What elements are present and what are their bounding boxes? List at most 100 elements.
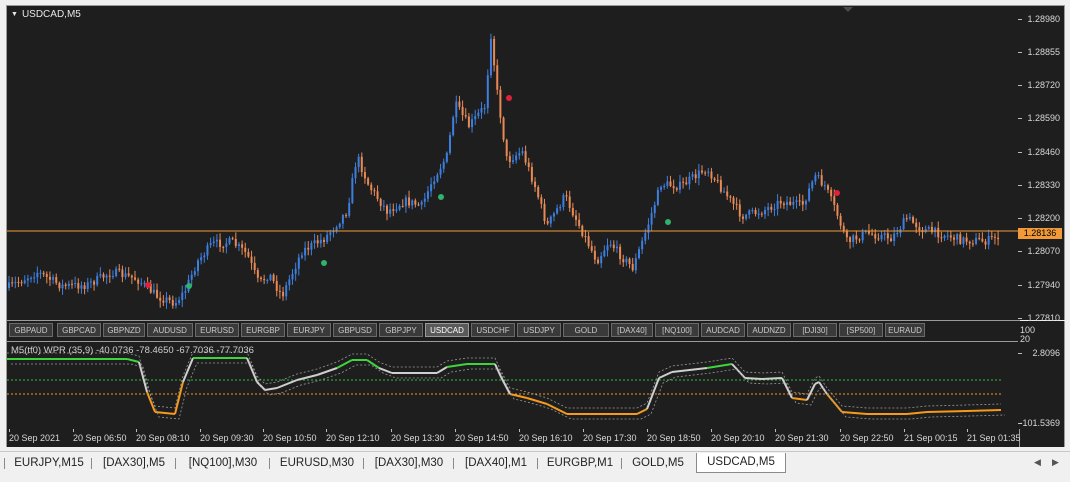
candle (792, 196, 795, 210)
candle (30, 276, 33, 283)
tab-dax40m1[interactable]: [DAX40],M1 (456, 454, 536, 472)
candle (798, 193, 801, 207)
time-axis-tick (967, 429, 968, 432)
candle (269, 273, 272, 282)
candle (471, 113, 474, 133)
tab-nq100m30[interactable]: [NQ100],M30 (178, 454, 268, 472)
symbol-button-eurusd[interactable]: EURUSD (195, 323, 239, 337)
signal-dot (506, 95, 512, 101)
tab-eurgbpm1[interactable]: EURGBP,M1 (540, 454, 620, 472)
symbol-button-usdcad[interactable]: USDCAD (425, 323, 469, 337)
symbol-button-dji30[interactable]: [DJI30] (793, 323, 837, 337)
symbol-button-gbpjpy[interactable]: GBPJPY (379, 323, 423, 337)
tab-scroll-right-icon[interactable]: ▶ (1052, 457, 1059, 468)
symbol-button-audnzd[interactable]: AUDNZD (747, 323, 791, 337)
chart-shift-marker-icon[interactable] (843, 7, 853, 12)
candle (285, 281, 288, 301)
candle (430, 177, 433, 197)
symbol-button-eurjpy[interactable]: EURJPY (287, 323, 331, 337)
candle (927, 225, 930, 230)
candle (556, 204, 559, 215)
symbol-button-audusd[interactable]: AUDUSD (147, 323, 193, 337)
candle (357, 153, 360, 173)
candle (934, 226, 937, 238)
time-axis-tick (583, 429, 584, 432)
candle (77, 278, 80, 294)
time-axis-tick (775, 429, 776, 432)
indicator-axis-top-label: 20 (1020, 334, 1031, 344)
tab-scroll-left-icon[interactable]: ◀ (1034, 457, 1041, 468)
chart-title[interactable]: ▼ USDCAD,M5 (11, 9, 81, 20)
chart-window[interactable]: ▼ USDCAD,M5 1.28980 1.28855 1.28720 1.28590… (0, 0, 1070, 451)
candle (398, 204, 401, 212)
candle (678, 174, 681, 194)
wpr-line-segment (246, 357, 258, 383)
price-axis-tick (1018, 285, 1022, 286)
tab-separator (621, 458, 622, 469)
symbol-button-usdjpy[interactable]: USDJPY (517, 323, 561, 337)
symbol-button-gbpcad[interactable]: GBPCAD (57, 323, 101, 337)
time-axis-tick (647, 429, 648, 432)
candle (625, 256, 628, 266)
symbol-button-usdchf[interactable]: USDCHF (471, 323, 515, 337)
candle (638, 246, 640, 260)
price-axis[interactable]: 1.28980 1.28855 1.28720 1.28590 1.28460 1.283… (1018, 5, 1065, 323)
tab-dax30m5[interactable]: [DAX30],M5 (94, 454, 174, 472)
symbol-button-gold[interactable]: GOLD (563, 323, 609, 337)
symbol-button-euraud[interactable]: EURAUD (885, 323, 925, 337)
price-axis-label: 1.28200 (1027, 213, 1060, 223)
symbol-button-sp500[interactable]: [SP500] (839, 323, 883, 337)
candle (433, 176, 436, 189)
candle (253, 256, 256, 275)
candle (203, 252, 206, 263)
tab-eurjpym15[interactable]: EURJPY,M15 (8, 454, 90, 472)
candle (370, 182, 373, 195)
candle (704, 170, 707, 176)
candle (272, 273, 275, 284)
candle (332, 227, 335, 238)
time-axis-tick (73, 429, 74, 432)
candle (971, 239, 974, 247)
candle (817, 171, 820, 179)
candle (174, 297, 177, 309)
candle (171, 295, 174, 309)
candle (105, 273, 108, 285)
symbol-button-audcad[interactable]: AUDCAD (701, 323, 745, 337)
candle (552, 211, 555, 222)
time-axis-tick (840, 429, 841, 432)
wpr-line-segment (316, 367, 338, 376)
price-chart[interactable]: ▼ USDCAD,M5 (6, 5, 1020, 321)
tab-goldm5[interactable]: GOLD,M5 (624, 454, 692, 472)
candle (8, 275, 10, 291)
tab-dax30m30[interactable]: [DAX30],M30 (366, 454, 452, 472)
wpr-line-segment (926, 410, 968, 413)
candle (304, 241, 307, 261)
candle (663, 183, 666, 190)
candle (493, 35, 496, 72)
candle (912, 215, 915, 224)
candle (159, 291, 162, 308)
price-axis-tick (1018, 185, 1022, 186)
symbol-button-gbpusd[interactable]: GBPUSD (333, 323, 377, 337)
price-axis-tick (1018, 85, 1022, 86)
candle (534, 177, 537, 192)
symbol-button-gbpnzd[interactable]: GBPNZD (103, 323, 145, 337)
wpr-indicator-panel[interactable]: M5(tf0) WPR (35,9) -40.0736 -78.4650 -67… (6, 341, 1020, 430)
tab-eurusdm30[interactable]: EURUSD,M30 (272, 454, 362, 472)
candle (864, 229, 867, 234)
candle (250, 250, 253, 270)
candle (647, 218, 650, 240)
chart-menu-triangle-icon[interactable]: ▼ (11, 11, 18, 18)
candle (779, 196, 782, 209)
symbol-button-nq100[interactable]: [NQ100] (655, 323, 699, 337)
symbol-button-eurgbp[interactable]: EURGBP (241, 323, 285, 337)
candle (351, 173, 354, 205)
symbol-button-gbpaud[interactable]: GBPAUD (9, 323, 53, 337)
symbol-button-dax40[interactable]: [DAX40] (611, 323, 653, 337)
candle (395, 203, 398, 213)
tab-usdcadm5[interactable]: USDCAD,M5 (696, 453, 786, 473)
wpr-line-segment (174, 381, 184, 415)
time-axis-tick (455, 429, 456, 432)
candle (871, 228, 874, 236)
candle (606, 238, 609, 257)
